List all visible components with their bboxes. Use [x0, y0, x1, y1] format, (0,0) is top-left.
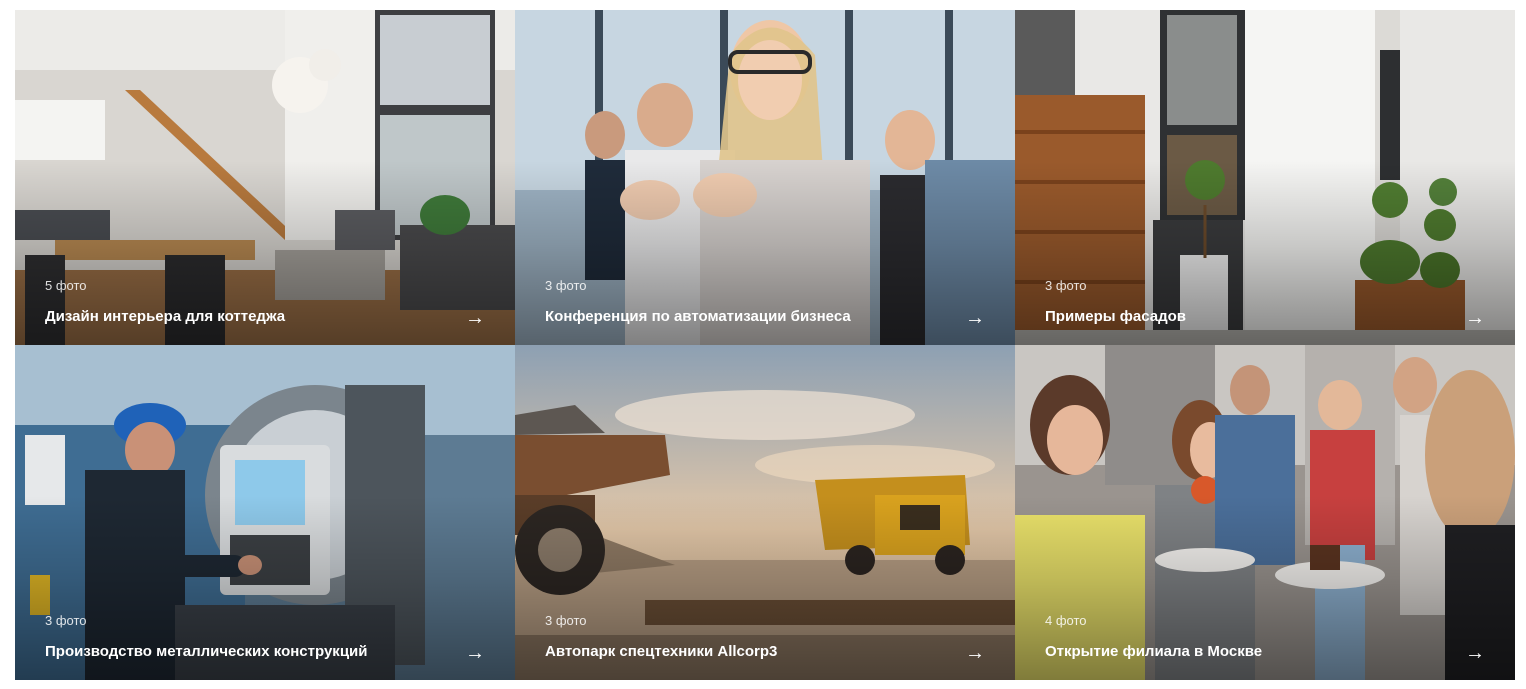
card-title[interactable]: Производство металлических конструкций: [45, 643, 367, 660]
photo-count: 3 фото: [545, 278, 587, 293]
arrow-right-icon[interactable]: →: [965, 643, 985, 663]
card-title[interactable]: Открытие филиала в Москве: [1045, 643, 1262, 660]
photo-count: 4 фото: [1045, 613, 1087, 628]
photo-gallery: 5 фото Дизайн интерьера для коттеджа → 3…: [15, 10, 1515, 680]
photo-count: 3 фото: [545, 613, 587, 628]
photo-count: 3 фото: [1045, 278, 1087, 293]
photo-count: 5 фото: [45, 278, 87, 293]
arrow-right-icon[interactable]: →: [1465, 308, 1485, 328]
gallery-card-branch-opening[interactable]: 4 фото Открытие филиала в Москве →: [1015, 345, 1515, 680]
arrow-right-icon[interactable]: →: [465, 308, 485, 328]
gallery-card-machinery-fleet[interactable]: 3 фото Автопарк спецтехники Allcorp3 →: [515, 345, 1015, 680]
arrow-right-icon[interactable]: →: [465, 643, 485, 663]
gallery-card-interior[interactable]: 5 фото Дизайн интерьера для коттеджа →: [15, 10, 515, 345]
photo-count: 3 фото: [45, 613, 87, 628]
card-title[interactable]: Примеры фасадов: [1045, 308, 1186, 325]
gallery-card-metal-production[interactable]: 3 фото Производство металлических констр…: [15, 345, 515, 680]
card-title[interactable]: Конференция по автоматизации бизнеса: [545, 308, 851, 325]
arrow-right-icon[interactable]: →: [965, 308, 985, 328]
card-title[interactable]: Дизайн интерьера для коттеджа: [45, 308, 285, 325]
card-title[interactable]: Автопарк спецтехники Allcorp3: [545, 643, 777, 660]
gallery-card-conference[interactable]: 3 фото Конференция по автоматизации бизн…: [515, 10, 1015, 345]
gallery-card-facades[interactable]: 3 фото Примеры фасадов →: [1015, 10, 1515, 345]
arrow-right-icon[interactable]: →: [1465, 643, 1485, 663]
